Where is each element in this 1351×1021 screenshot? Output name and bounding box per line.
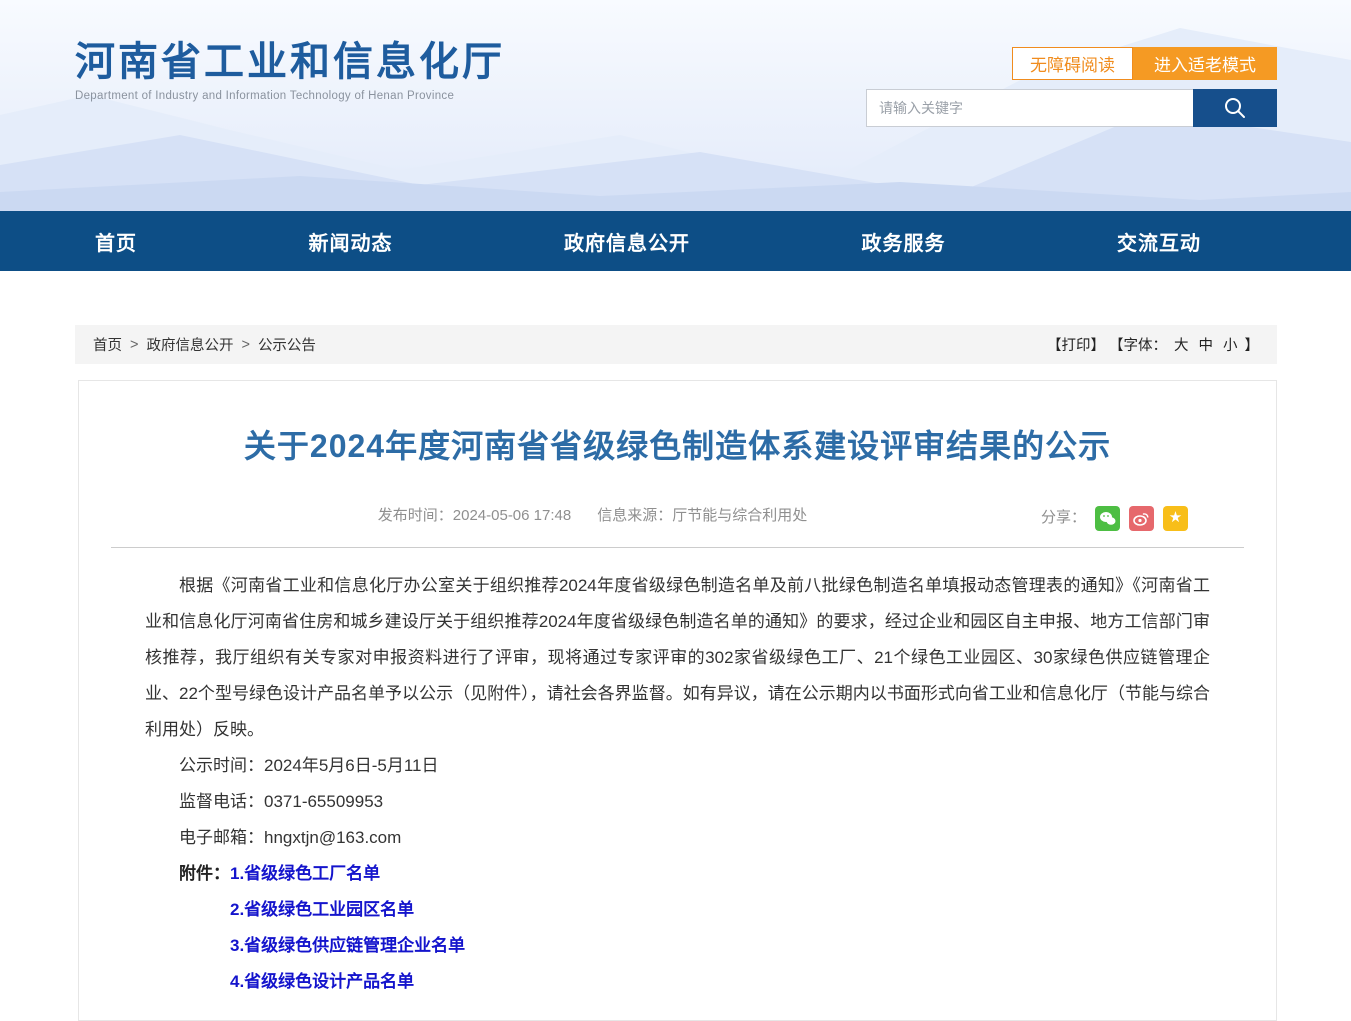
search-icon bbox=[1222, 95, 1248, 121]
nav-item-interaction[interactable]: 交流互动 bbox=[1117, 227, 1201, 256]
publish-time-label: 发布时间： bbox=[378, 507, 453, 524]
font-size-small[interactable]: 小 bbox=[1223, 334, 1238, 355]
site-banner: 河南省工业和信息化厅 Department of Industry and In… bbox=[0, 0, 1351, 211]
breadcrumb-notices[interactable]: 公示公告 bbox=[258, 334, 316, 355]
breadcrumb: 首页 > 政府信息公开 > 公示公告 bbox=[93, 334, 316, 355]
article-title: 关于2024年度河南省省级绿色制造体系建设评审结果的公示 bbox=[79, 421, 1276, 467]
article-paragraph: 根据《河南省工业和信息化厅办公室关于组织推荐2024年度省级绿色制造名单及前八批… bbox=[145, 568, 1210, 748]
breadcrumb-bar: 首页 > 政府信息公开 > 公示公告 【打印】 【字体： 大 中 小 】 bbox=[75, 325, 1277, 364]
print-button[interactable]: 【打印】 bbox=[1047, 334, 1105, 355]
attachments-section: 附件： 1.省级绿色工厂名单 2.省级绿色工业园区名单 3.省级绿色供应链管理企… bbox=[145, 856, 1210, 1000]
nav-item-home[interactable]: 首页 bbox=[95, 227, 137, 256]
font-size-medium[interactable]: 中 bbox=[1199, 334, 1214, 355]
font-size-label-close: 】 bbox=[1245, 334, 1260, 355]
attachments-label: 附件： bbox=[179, 856, 230, 892]
search-bar bbox=[866, 89, 1277, 127]
accessibility-reading-button[interactable]: 无障碍阅读 bbox=[1012, 47, 1133, 80]
attachment-link-green-park[interactable]: 2.省级绿色工业园区名单 bbox=[230, 892, 465, 928]
publish-time: 2024-05-06 17:48 bbox=[453, 507, 571, 524]
nav-item-services[interactable]: 政务服务 bbox=[862, 227, 946, 256]
article-meta: 发布时间：2024-05-06 17:48 信息来源：厅节能与综合利用处 分享： bbox=[79, 501, 1276, 531]
share-area: 分享： ★ bbox=[1041, 503, 1188, 533]
article-container: 关于2024年度河南省省级绿色制造体系建设评审结果的公示 发布时间：2024-0… bbox=[78, 380, 1277, 1021]
search-button[interactable] bbox=[1193, 89, 1277, 127]
nav-item-gov-info[interactable]: 政府信息公开 bbox=[564, 227, 690, 256]
site-title: 河南省工业和信息化厅 bbox=[75, 40, 505, 84]
share-label: 分享： bbox=[1041, 503, 1086, 533]
attachment-links: 1.省级绿色工厂名单 2.省级绿色工业园区名单 3.省级绿色供应链管理企业名单 … bbox=[230, 856, 465, 1000]
font-size-label: 【字体： bbox=[1109, 334, 1167, 355]
attachment-link-green-design-product[interactable]: 4.省级绿色设计产品名单 bbox=[230, 964, 465, 1000]
site-subtitle: Department of Industry and Information T… bbox=[75, 90, 505, 102]
attachment-link-green-supply-chain[interactable]: 3.省级绿色供应链管理企业名单 bbox=[230, 928, 465, 964]
font-size-large[interactable]: 大 bbox=[1174, 334, 1189, 355]
article-body: 根据《河南省工业和信息化厅办公室关于组织推荐2024年度省级绿色制造名单及前八批… bbox=[79, 548, 1276, 1000]
nav-item-news[interactable]: 新闻动态 bbox=[309, 227, 393, 256]
main-navigation: 首页 新闻动态 政府信息公开 政务服务 交流互动 bbox=[0, 211, 1351, 271]
source: 厅节能与综合利用处 bbox=[672, 507, 807, 524]
site-logo: 河南省工业和信息化厅 Department of Industry and In… bbox=[75, 40, 505, 102]
search-input[interactable] bbox=[866, 89, 1193, 127]
breadcrumb-separator: > bbox=[130, 337, 138, 353]
weibo-share-icon[interactable] bbox=[1129, 506, 1154, 531]
qzone-share-icon[interactable]: ★ bbox=[1163, 506, 1188, 531]
attachment-link-green-factory[interactable]: 1.省级绿色工厂名单 bbox=[230, 856, 465, 892]
public-notice-period: 公示时间：2024年5月6日-5月11日 bbox=[145, 748, 1210, 784]
page-tools: 【打印】 【字体： 大 中 小 】 bbox=[1047, 334, 1259, 355]
breadcrumb-home[interactable]: 首页 bbox=[93, 334, 122, 355]
breadcrumb-separator: > bbox=[241, 337, 249, 353]
source-label: 信息来源： bbox=[597, 507, 672, 524]
elder-mode-button[interactable]: 进入适老模式 bbox=[1133, 47, 1277, 80]
contact-email: 电子邮箱：hngxtjn@163.com bbox=[145, 820, 1210, 856]
supervision-phone: 监督电话：0371-65509953 bbox=[145, 784, 1210, 820]
breadcrumb-gov-info[interactable]: 政府信息公开 bbox=[146, 334, 233, 355]
top-buttons: 无障碍阅读 进入适老模式 bbox=[1012, 47, 1277, 80]
wechat-share-icon[interactable] bbox=[1095, 506, 1120, 531]
